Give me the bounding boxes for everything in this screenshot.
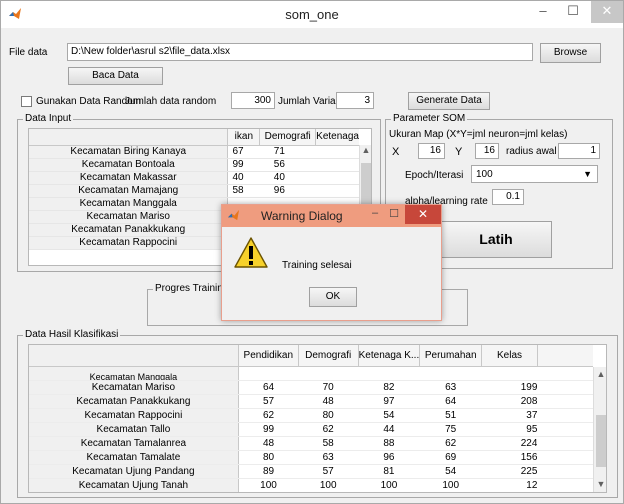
generate-data-button[interactable]: Generate Data: [408, 92, 490, 110]
scroll-up-icon[interactable]: ▲: [359, 145, 371, 155]
column-header[interactable]: ikan: [227, 129, 261, 146]
warning-dialog: Warning Dialog – ☐ ✕ Training selesai OK: [221, 204, 442, 321]
scroll-up-icon[interactable]: ▲: [594, 369, 606, 379]
dialog-maximize-button[interactable]: ☐: [385, 207, 403, 220]
results-panel: Data Hasil Klasifikasi Pendidikan Demogr…: [17, 329, 618, 498]
dialog-close-button[interactable]: ✕: [405, 205, 441, 224]
chevron-down-icon: ▼: [583, 169, 592, 179]
dialog-title: Warning Dialog: [261, 209, 343, 223]
table-row[interactable]: Kecamatan Mariso 64 70 82 63 199: [29, 380, 593, 395]
table-row[interactable]: Kecamatan Panakkukang 57 48 97 64 208: [29, 394, 593, 409]
data-input-title: Data Input: [23, 113, 74, 124]
results-scrollbar[interactable]: ▲ ▼: [593, 367, 606, 492]
dialog-message: Training selesai: [282, 260, 352, 271]
column-header[interactable]: Kelas: [481, 345, 538, 367]
results-table[interactable]: Pendidikan Demografi Ketenaga K... Perum…: [28, 344, 607, 493]
y-input[interactable]: 16: [475, 143, 499, 159]
scroll-down-icon[interactable]: ▼: [594, 479, 606, 489]
y-label: Y: [455, 146, 463, 158]
table-row[interactable]: Kecamatan Tamalate 80 63 96 69 156: [29, 450, 593, 465]
table-row[interactable]: Kecamatan Manggala: [29, 366, 593, 381]
epoch-label: Epoch/Iterasi: [405, 170, 464, 181]
browse-button[interactable]: Browse: [540, 43, 601, 63]
warning-icon: [234, 237, 268, 268]
table-row[interactable]: Kecamatan Tallo 99 62 44 75 95: [29, 422, 593, 437]
table-row[interactable]: Kecamatan Biring Kanaya 67 71: [29, 145, 359, 159]
column-header[interactable]: Ketenaga: [315, 129, 359, 146]
radius-label: radius awal: [506, 146, 557, 157]
table-row[interactable]: Kecamatan Makassar 40 40: [29, 171, 359, 185]
main-window: som_one – ☐ ✕ File data D:\New folder\as…: [0, 0, 624, 504]
variable-count-input[interactable]: 3: [336, 92, 374, 109]
column-header[interactable]: Ketenaga K...: [358, 345, 421, 367]
ok-button[interactable]: OK: [309, 287, 357, 307]
alpha-input[interactable]: 0.1: [492, 189, 524, 205]
random-count-label: Jumlah data random: [125, 96, 217, 107]
radius-input[interactable]: 1: [558, 143, 600, 159]
table-row[interactable]: Kecamatan Tamalanrea 48 58 88 62 224: [29, 436, 593, 451]
file-data-label: File data: [9, 47, 48, 58]
train-button[interactable]: Latih: [440, 221, 552, 258]
minimize-button[interactable]: –: [529, 1, 557, 23]
x-input[interactable]: 16: [418, 143, 445, 159]
column-header[interactable]: Perumahan: [419, 345, 483, 367]
table-row[interactable]: Kecamatan Ujung Pandang 89 57 81 54 225: [29, 464, 593, 479]
column-header[interactable]: Demografi: [298, 345, 359, 367]
map-size-label: Ukuran Map (X*Y=jml neuron=jml kelas): [389, 129, 568, 140]
table-row[interactable]: Kecamatan Rappocini 62 80 54 51 37: [29, 408, 593, 423]
dialog-minimize-button[interactable]: –: [365, 207, 385, 219]
results-title: Data Hasil Klasifikasi: [23, 329, 121, 340]
file-path-input[interactable]: D:\New folder\asrul s2\file_data.xlsx: [67, 43, 533, 61]
close-button[interactable]: ✕: [591, 1, 623, 23]
som-parameter-title: Parameter SOM: [391, 113, 468, 124]
table-row[interactable]: Kecamatan Bontoala 99 56: [29, 158, 359, 172]
table-row[interactable]: Kecamatan Mamajang 58 96: [29, 184, 359, 198]
random-count-input[interactable]: 300: [231, 92, 275, 109]
scroll-thumb[interactable]: [596, 415, 606, 467]
column-header[interactable]: Demografi: [259, 129, 317, 146]
x-label: X: [392, 146, 400, 158]
dialog-title-bar: Warning Dialog – ☐ ✕: [222, 205, 441, 227]
table-row[interactable]: Kecamatan Ujung Tanah 100 100 100 100 12: [29, 478, 593, 492]
read-data-button[interactable]: Baca Data: [68, 67, 163, 85]
progress-title: Progres Training: [153, 283, 231, 294]
matlab-icon: [227, 209, 240, 221]
maximize-button[interactable]: ☐: [559, 1, 587, 23]
epoch-select[interactable]: 100 ▼: [471, 165, 598, 183]
use-random-checkbox[interactable]: [21, 96, 32, 107]
title-bar: som_one – ☐ ✕: [1, 1, 623, 28]
column-header[interactable]: Pendidikan: [238, 345, 299, 367]
